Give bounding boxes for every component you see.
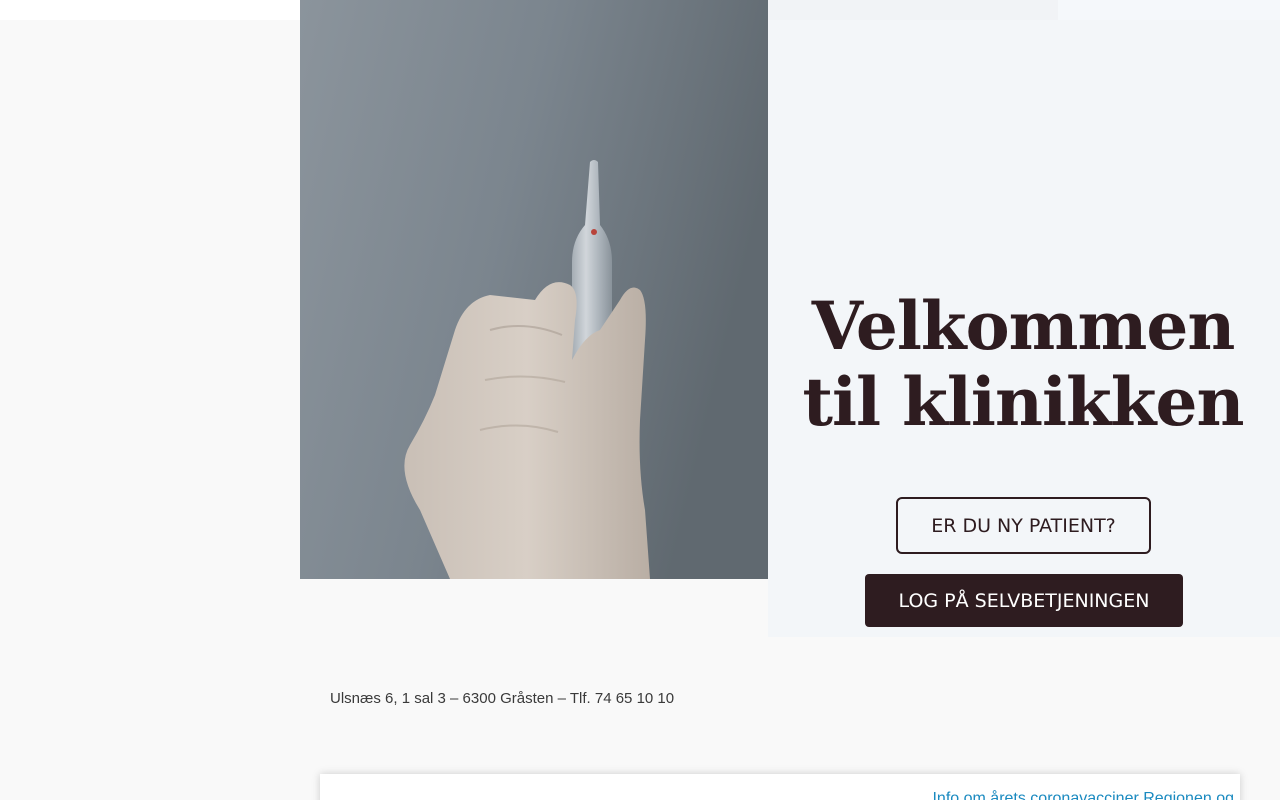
welcome-title: Velkommen til klinikken [802, 287, 1245, 441]
notice-card: Info om årets coronavacciner Regionen og [320, 774, 1240, 800]
clinic-address: Ulsnæs 6, 1 sal 3 – 6300 Gråsten – Tlf. … [330, 690, 675, 707]
page: Velkommen til klinikken ER DU NY PATIENT… [0, 0, 1280, 800]
top-strip-middle [768, 0, 1058, 20]
corona-vaccine-info-link[interactable]: Info om årets coronavacciner Regionen og [932, 790, 1234, 800]
hero-image-ampoule [300, 0, 768, 579]
new-patient-button[interactable]: ER DU NY PATIENT? [896, 497, 1151, 554]
login-self-service-button[interactable]: LOG PÅ SELVBETJENINGEN [865, 574, 1183, 627]
top-strip-left [0, 0, 300, 20]
top-strip-right [1058, 0, 1280, 20]
